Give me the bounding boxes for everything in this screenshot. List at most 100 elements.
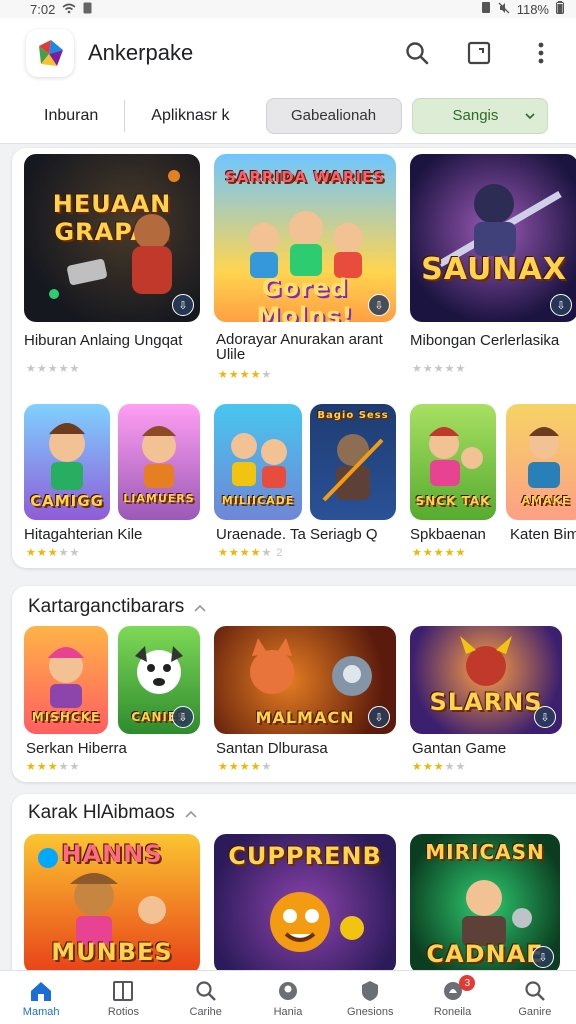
bottom-nav: Mamah Rotios Carihe Hania Gnesions 3 Ron… bbox=[0, 970, 576, 1024]
nav-item-gnesions[interactable]: Gnesions bbox=[329, 971, 411, 1024]
section-title: Karak HlAibmaos bbox=[28, 802, 175, 823]
tile-title: MUNBES bbox=[51, 938, 173, 966]
tile-title: MILIICADE bbox=[221, 494, 295, 507]
install-icon: ⇩ bbox=[550, 294, 572, 316]
game-tile[interactable]: SLARNS ⇩ bbox=[410, 626, 562, 734]
nav-label: Gnesions bbox=[347, 1005, 394, 1018]
game-tile[interactable]: Bagio Sess bbox=[310, 404, 396, 520]
game-tile[interactable]: LIAMUERS bbox=[118, 404, 200, 520]
nav-label: Hania bbox=[273, 1005, 303, 1018]
tab-inburan[interactable]: Inburan bbox=[18, 100, 124, 132]
game-tile[interactable]: AMAKE bbox=[506, 404, 576, 520]
nav-item-ganire[interactable]: Ganire bbox=[494, 971, 576, 1024]
trending-card: HEUAAN GRAPAA ⇩ Hiburan Anlaing Ungqat ★… bbox=[12, 148, 576, 568]
rating-stars: ★★★★★ bbox=[218, 761, 273, 773]
chip-sangis[interactable]: Sangis bbox=[411, 97, 548, 134]
nav-item-roneila[interactable]: 3 Roneila bbox=[411, 971, 493, 1024]
status-bar: 7:02 118% bbox=[0, 0, 576, 18]
game-tile[interactable]: CUPPRENB bbox=[214, 834, 396, 974]
open-window-button[interactable] bbox=[462, 36, 496, 70]
game-title[interactable]: Uraenade. Ta Seriagb Q bbox=[216, 526, 402, 543]
search-icon bbox=[406, 42, 429, 65]
game-tile[interactable]: MISHCKE bbox=[24, 626, 108, 734]
section-card: Kartarganctibarars MISHCKE CANIES ⇩ Serk… bbox=[12, 586, 576, 782]
tile-title: AMAKE bbox=[521, 494, 571, 507]
shield-icon bbox=[275, 978, 301, 1004]
tile-title: SNCK TAK bbox=[415, 494, 491, 508]
filter-bar: Inburan Apliknasr k Gabealionah Sangis bbox=[0, 88, 576, 144]
section-header[interactable]: Kartarganctibarars bbox=[28, 596, 206, 618]
game-tile[interactable]: SARRIDA WARIES Gored Molns! ⇩ bbox=[214, 154, 396, 322]
section-header[interactable]: Karak HlAibmaos bbox=[28, 802, 197, 824]
game-title[interactable]: Hitagahterian Kile bbox=[24, 526, 204, 543]
chevron-up-icon bbox=[194, 596, 206, 618]
tile-title: SAUNAX bbox=[421, 252, 567, 287]
sim-icon bbox=[83, 2, 92, 17]
game-title[interactable]: Spkbaenan bbox=[410, 526, 506, 543]
rating-stars: ★★★★★ bbox=[26, 761, 81, 773]
game-tile[interactable]: MALMACN ⇩ bbox=[214, 626, 396, 734]
nav-item-hania[interactable]: Hania bbox=[247, 971, 329, 1024]
game-tile[interactable]: CAMIGG bbox=[24, 404, 110, 520]
home-icon bbox=[28, 978, 54, 1004]
game-tile[interactable]: SAUNAX ⇩ bbox=[410, 154, 576, 322]
install-icon: ⇩ bbox=[368, 294, 390, 316]
battery-icon bbox=[556, 1, 564, 17]
game-tile[interactable]: HEUAAN GRAPAA ⇩ bbox=[24, 154, 200, 322]
chip-sangis-label: Sangis bbox=[452, 107, 499, 124]
game-title[interactable]: Mibongan Cerlerlasika bbox=[410, 332, 576, 349]
book-icon bbox=[110, 978, 136, 1004]
chip-gabealionah[interactable]: Gabealionah bbox=[265, 97, 402, 134]
game-title[interactable]: Katen Bim bbox=[510, 526, 576, 543]
game-tile[interactable]: MILIICADE bbox=[214, 404, 302, 520]
search-icon bbox=[193, 978, 219, 1004]
tile-title: LIAMUERS bbox=[123, 492, 195, 505]
rating-stars: ★★★★★ bbox=[412, 547, 467, 559]
rating-stars: ★★★★★ bbox=[412, 761, 467, 773]
nav-item-home[interactable]: Mamah bbox=[0, 971, 82, 1024]
nav-item-carihe[interactable]: Carihe bbox=[165, 971, 247, 1024]
search-button[interactable] bbox=[400, 36, 434, 70]
rating-stars: ★★★★★ bbox=[26, 363, 81, 375]
notification-badge: 3 bbox=[459, 975, 476, 991]
rating-count: 2 bbox=[276, 547, 284, 559]
game-tile[interactable]: SNCK TAK bbox=[410, 404, 496, 520]
chevron-down-icon bbox=[524, 107, 535, 124]
app-bar: Ankerpake bbox=[0, 18, 576, 88]
game-title[interactable]: Hiburan Anlaing Ungqat bbox=[24, 332, 214, 349]
install-icon: ⇩ bbox=[532, 946, 554, 968]
search-icon bbox=[522, 978, 548, 1004]
battery-level: 118% bbox=[516, 1, 549, 17]
tile-title: MISHCKE bbox=[31, 710, 101, 724]
game-title[interactable]: Serkan Hiberra bbox=[26, 740, 206, 757]
game-title[interactable]: Gantan Game bbox=[412, 740, 576, 757]
wifi-icon bbox=[62, 2, 76, 17]
game-tile[interactable]: CANIES ⇩ bbox=[118, 626, 200, 734]
rating-stars: ★★★★★ 2 bbox=[218, 547, 284, 559]
nav-label: Rotios bbox=[107, 1005, 140, 1018]
app-title: Ankerpake bbox=[88, 40, 194, 65]
game-tile[interactable]: HANNS MUNBES bbox=[24, 834, 200, 974]
install-icon: ⇩ bbox=[172, 294, 194, 316]
game-title[interactable]: Santan Dlburasa bbox=[216, 740, 402, 757]
status-time: 7:02 bbox=[30, 1, 56, 17]
nav-item-rotios[interactable]: Rotios bbox=[82, 971, 164, 1024]
tile-title: Gored Molns! bbox=[256, 274, 354, 322]
badge-icon bbox=[357, 978, 383, 1004]
game-title[interactable]: Adorayar Anurakan arant Ulile bbox=[216, 332, 406, 362]
tab-apliknasr[interactable]: Apliknasr k bbox=[125, 100, 255, 132]
rating-stars: ★★★★★ bbox=[218, 369, 273, 381]
install-icon: ⇩ bbox=[368, 706, 390, 728]
rating-stars: ★★★★★ bbox=[26, 547, 81, 559]
tile-title: CAMIGG bbox=[30, 492, 104, 510]
mute-icon bbox=[498, 2, 510, 17]
app-logo bbox=[26, 29, 74, 77]
more-options-button[interactable] bbox=[524, 36, 558, 70]
more-vert-icon bbox=[538, 42, 544, 64]
nav-label: Mamah bbox=[22, 1005, 60, 1018]
install-icon: ⇩ bbox=[534, 706, 556, 728]
window-icon bbox=[467, 41, 491, 65]
rating-stars: ★★★★★ bbox=[412, 363, 467, 375]
game-tile[interactable]: MIRICASN CADNAE ⇩ bbox=[410, 834, 560, 974]
section-title: Kartarganctibarars bbox=[28, 596, 185, 617]
